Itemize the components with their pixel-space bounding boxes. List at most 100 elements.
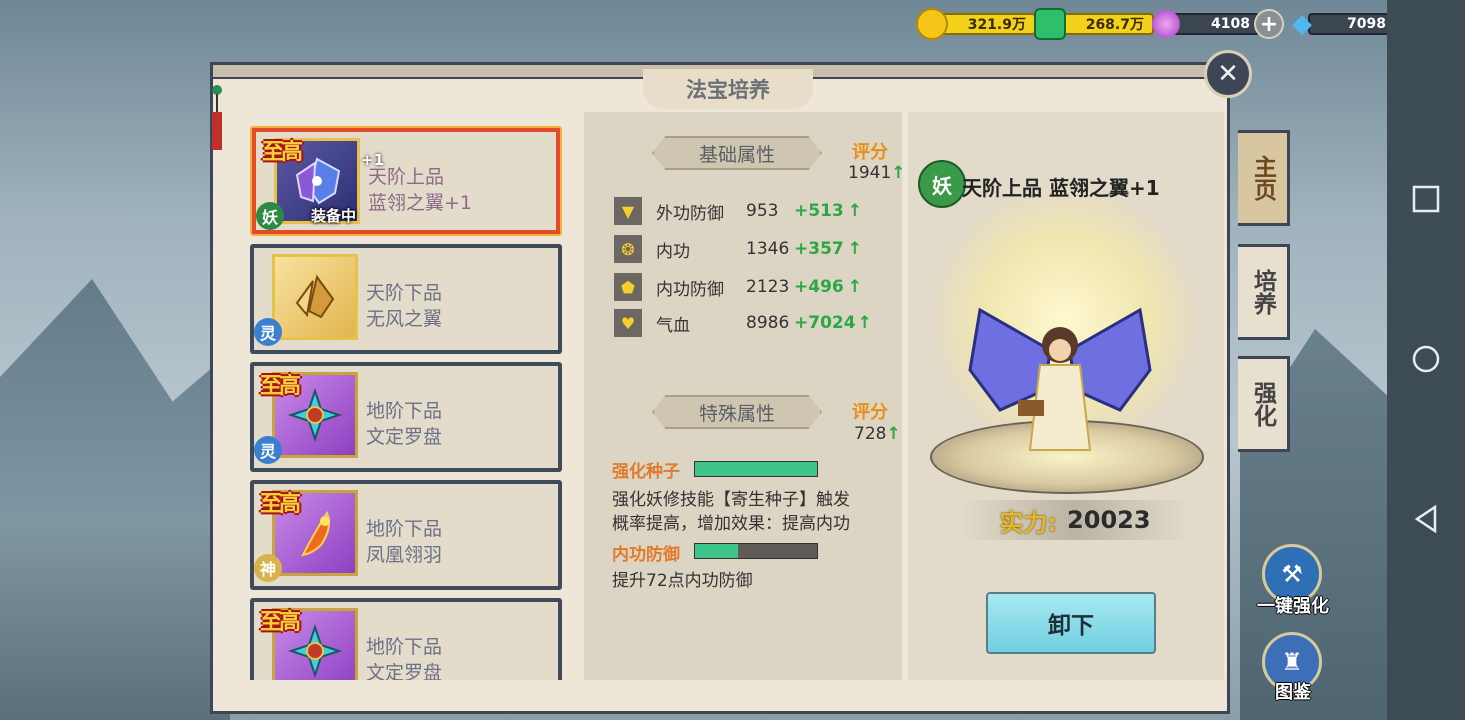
shield-icon: ⬟: [614, 273, 642, 301]
currency-value: 321.9万: [940, 13, 1036, 35]
one-click-enhance-label: 一键强化: [1257, 596, 1329, 617]
unequip-button[interactable]: 卸下: [986, 592, 1156, 654]
base-score: 1941↑: [848, 163, 906, 183]
grade-badge: 至高: [260, 374, 301, 399]
special-attr-name: 强化种子: [612, 462, 680, 482]
tab-cultivate-label: 培养: [1249, 269, 1276, 315]
power-value: 20023: [1067, 506, 1151, 534]
diamond-icon: ◆: [1292, 9, 1312, 39]
stat-name: 内功防御: [656, 279, 724, 300]
up-arrow-icon: ↑: [886, 424, 901, 444]
tab-cultivate[interactable]: 培养: [1238, 244, 1290, 340]
base-score-label: 评分: [852, 142, 888, 163]
recent-apps-icon[interactable]: [1411, 184, 1441, 214]
stat-name: 外功防御: [656, 203, 724, 224]
list-item-body: 灵 天阶下品 无风之翼: [254, 248, 558, 350]
grade-badge: 至高: [262, 140, 303, 165]
special-score: 728↑: [854, 424, 901, 444]
heart-icon: ♥: [614, 309, 642, 337]
green-gem-icon: [1034, 8, 1066, 40]
stat-increase: +496: [794, 277, 844, 297]
tassel-ornament: [212, 85, 222, 150]
item-name: 文定罗盘: [366, 662, 443, 680]
tab-enhance[interactable]: 强化: [1238, 356, 1290, 452]
stat-row: ⬟ 内功防御 2123 +496 ↑: [614, 272, 862, 302]
special-attr-desc: 强化妖修技能【寄生种子】触发: [612, 490, 850, 510]
yao-emblem-icon: 妖: [918, 160, 966, 208]
special-attr-desc: 提升72点内功防御: [612, 571, 753, 591]
type-badge: 神: [254, 554, 282, 582]
tab-home-label: 主页: [1249, 155, 1276, 201]
item-grade: 地阶下品: [366, 400, 443, 422]
android-nav-bar: [1387, 0, 1465, 720]
add-orb-button[interactable]: +: [1254, 9, 1284, 39]
item-grade: 天阶上品: [368, 166, 445, 188]
item-icon-frame: [272, 254, 358, 340]
equipped-label: 装备中: [311, 207, 357, 225]
armor-icon: ▼: [614, 197, 642, 225]
base-attributes-header: 基础属性: [652, 136, 822, 170]
stat-value: 953: [746, 201, 779, 221]
type-badge: 妖: [256, 202, 284, 230]
special-attr-progress: [694, 543, 818, 559]
selected-item-title: 天阶上品 蓝翎之翼+1: [962, 176, 1160, 200]
special-attr-desc: 概率提高，增加效果：提高内功: [612, 514, 850, 534]
list-item-selected[interactable]: +1 装备中 至高 妖 天阶上品 蓝翎之翼+1: [250, 126, 562, 236]
list-item[interactable]: 至高 灵 地阶下品 文定罗盘: [250, 362, 562, 472]
one-click-enhance-button[interactable]: ⚒ 一键强化: [1257, 544, 1329, 617]
up-arrow-icon: ↑: [847, 239, 862, 259]
progress-fill: [695, 462, 817, 476]
stat-increase: +513: [794, 201, 844, 221]
special-attr-name: 内功防御: [612, 545, 680, 565]
up-arrow-icon: ↑: [891, 163, 906, 183]
type-badge: 灵: [254, 318, 282, 346]
home-circle-icon[interactable]: [1411, 344, 1441, 374]
stat-row: ♥ 气血 8986 +7024 ↑: [614, 308, 872, 338]
up-arrow-icon: ↑: [847, 201, 862, 221]
purple-orb-icon: [1152, 10, 1180, 38]
special-attr-progress: [694, 461, 818, 477]
item-grade: 地阶下品: [366, 636, 443, 658]
stat-name: 气血: [656, 315, 690, 336]
stat-value: 2123: [746, 277, 790, 297]
back-triangle-icon[interactable]: [1411, 504, 1441, 534]
close-button[interactable]: ✕: [1204, 50, 1252, 98]
power-label: 实力:: [999, 508, 1058, 537]
codex-label: 图鉴: [1275, 682, 1311, 703]
special-attributes-header: 特殊属性: [652, 395, 822, 429]
stat-name: 内功: [656, 241, 690, 262]
codex-button[interactable]: ♜ 图鉴: [1258, 632, 1328, 703]
stat-row: ▼ 外功防御 953 +513 ↑: [614, 196, 862, 226]
grade-badge: 至高: [260, 610, 301, 635]
tab-enhance-label: 强化: [1249, 381, 1276, 427]
wing-icon: [295, 274, 335, 319]
background-mountain-left: [0, 279, 230, 720]
tab-home[interactable]: 主页: [1238, 130, 1290, 226]
panel-title: 法宝培养: [643, 69, 813, 109]
list-item-body: +1 装备中 至高 妖 天阶上品 蓝翎之翼+1: [256, 132, 556, 230]
type-badge: 灵: [254, 436, 282, 464]
stat-row: ❂ 内功 1346 +357 ↑: [614, 234, 862, 264]
staff-icon: ❂: [614, 235, 642, 263]
stat-value: 8986: [746, 313, 790, 333]
currency-gold: 321.9万: [916, 8, 1036, 40]
stat-value: 1346: [746, 239, 790, 259]
list-item-body: 至高 灵 地阶下品 文定罗盘: [254, 366, 558, 468]
treasure-list[interactable]: +1 装备中 至高 妖 天阶上品 蓝翎之翼+1 灵 天阶下品 无风之翼 至高 灵…: [250, 120, 568, 680]
item-name: 无风之翼: [366, 308, 443, 330]
item-grade: 天阶下品: [366, 282, 443, 304]
progress-fill: [695, 544, 738, 558]
list-item-body: 至高 地阶下品 文定罗盘: [254, 602, 558, 680]
item-name: 文定罗盘: [366, 426, 443, 448]
currency-value: 4108: [1172, 13, 1260, 35]
item-grade: 地阶下品: [366, 518, 443, 540]
stat-increase: +7024: [794, 313, 856, 333]
list-item[interactable]: 灵 天阶下品 无风之翼: [250, 244, 562, 354]
base-score-value: 1941: [848, 163, 892, 183]
item-name: 蓝翎之翼+1: [368, 192, 473, 214]
currency-orb: 4108 +: [1152, 9, 1284, 39]
list-item[interactable]: 至高 地阶下品 文定罗盘: [250, 598, 562, 680]
up-arrow-icon: ↑: [847, 277, 862, 297]
up-arrow-icon: ↑: [857, 313, 872, 333]
list-item[interactable]: 至高 神 地阶下品 凤凰翎羽: [250, 480, 562, 590]
